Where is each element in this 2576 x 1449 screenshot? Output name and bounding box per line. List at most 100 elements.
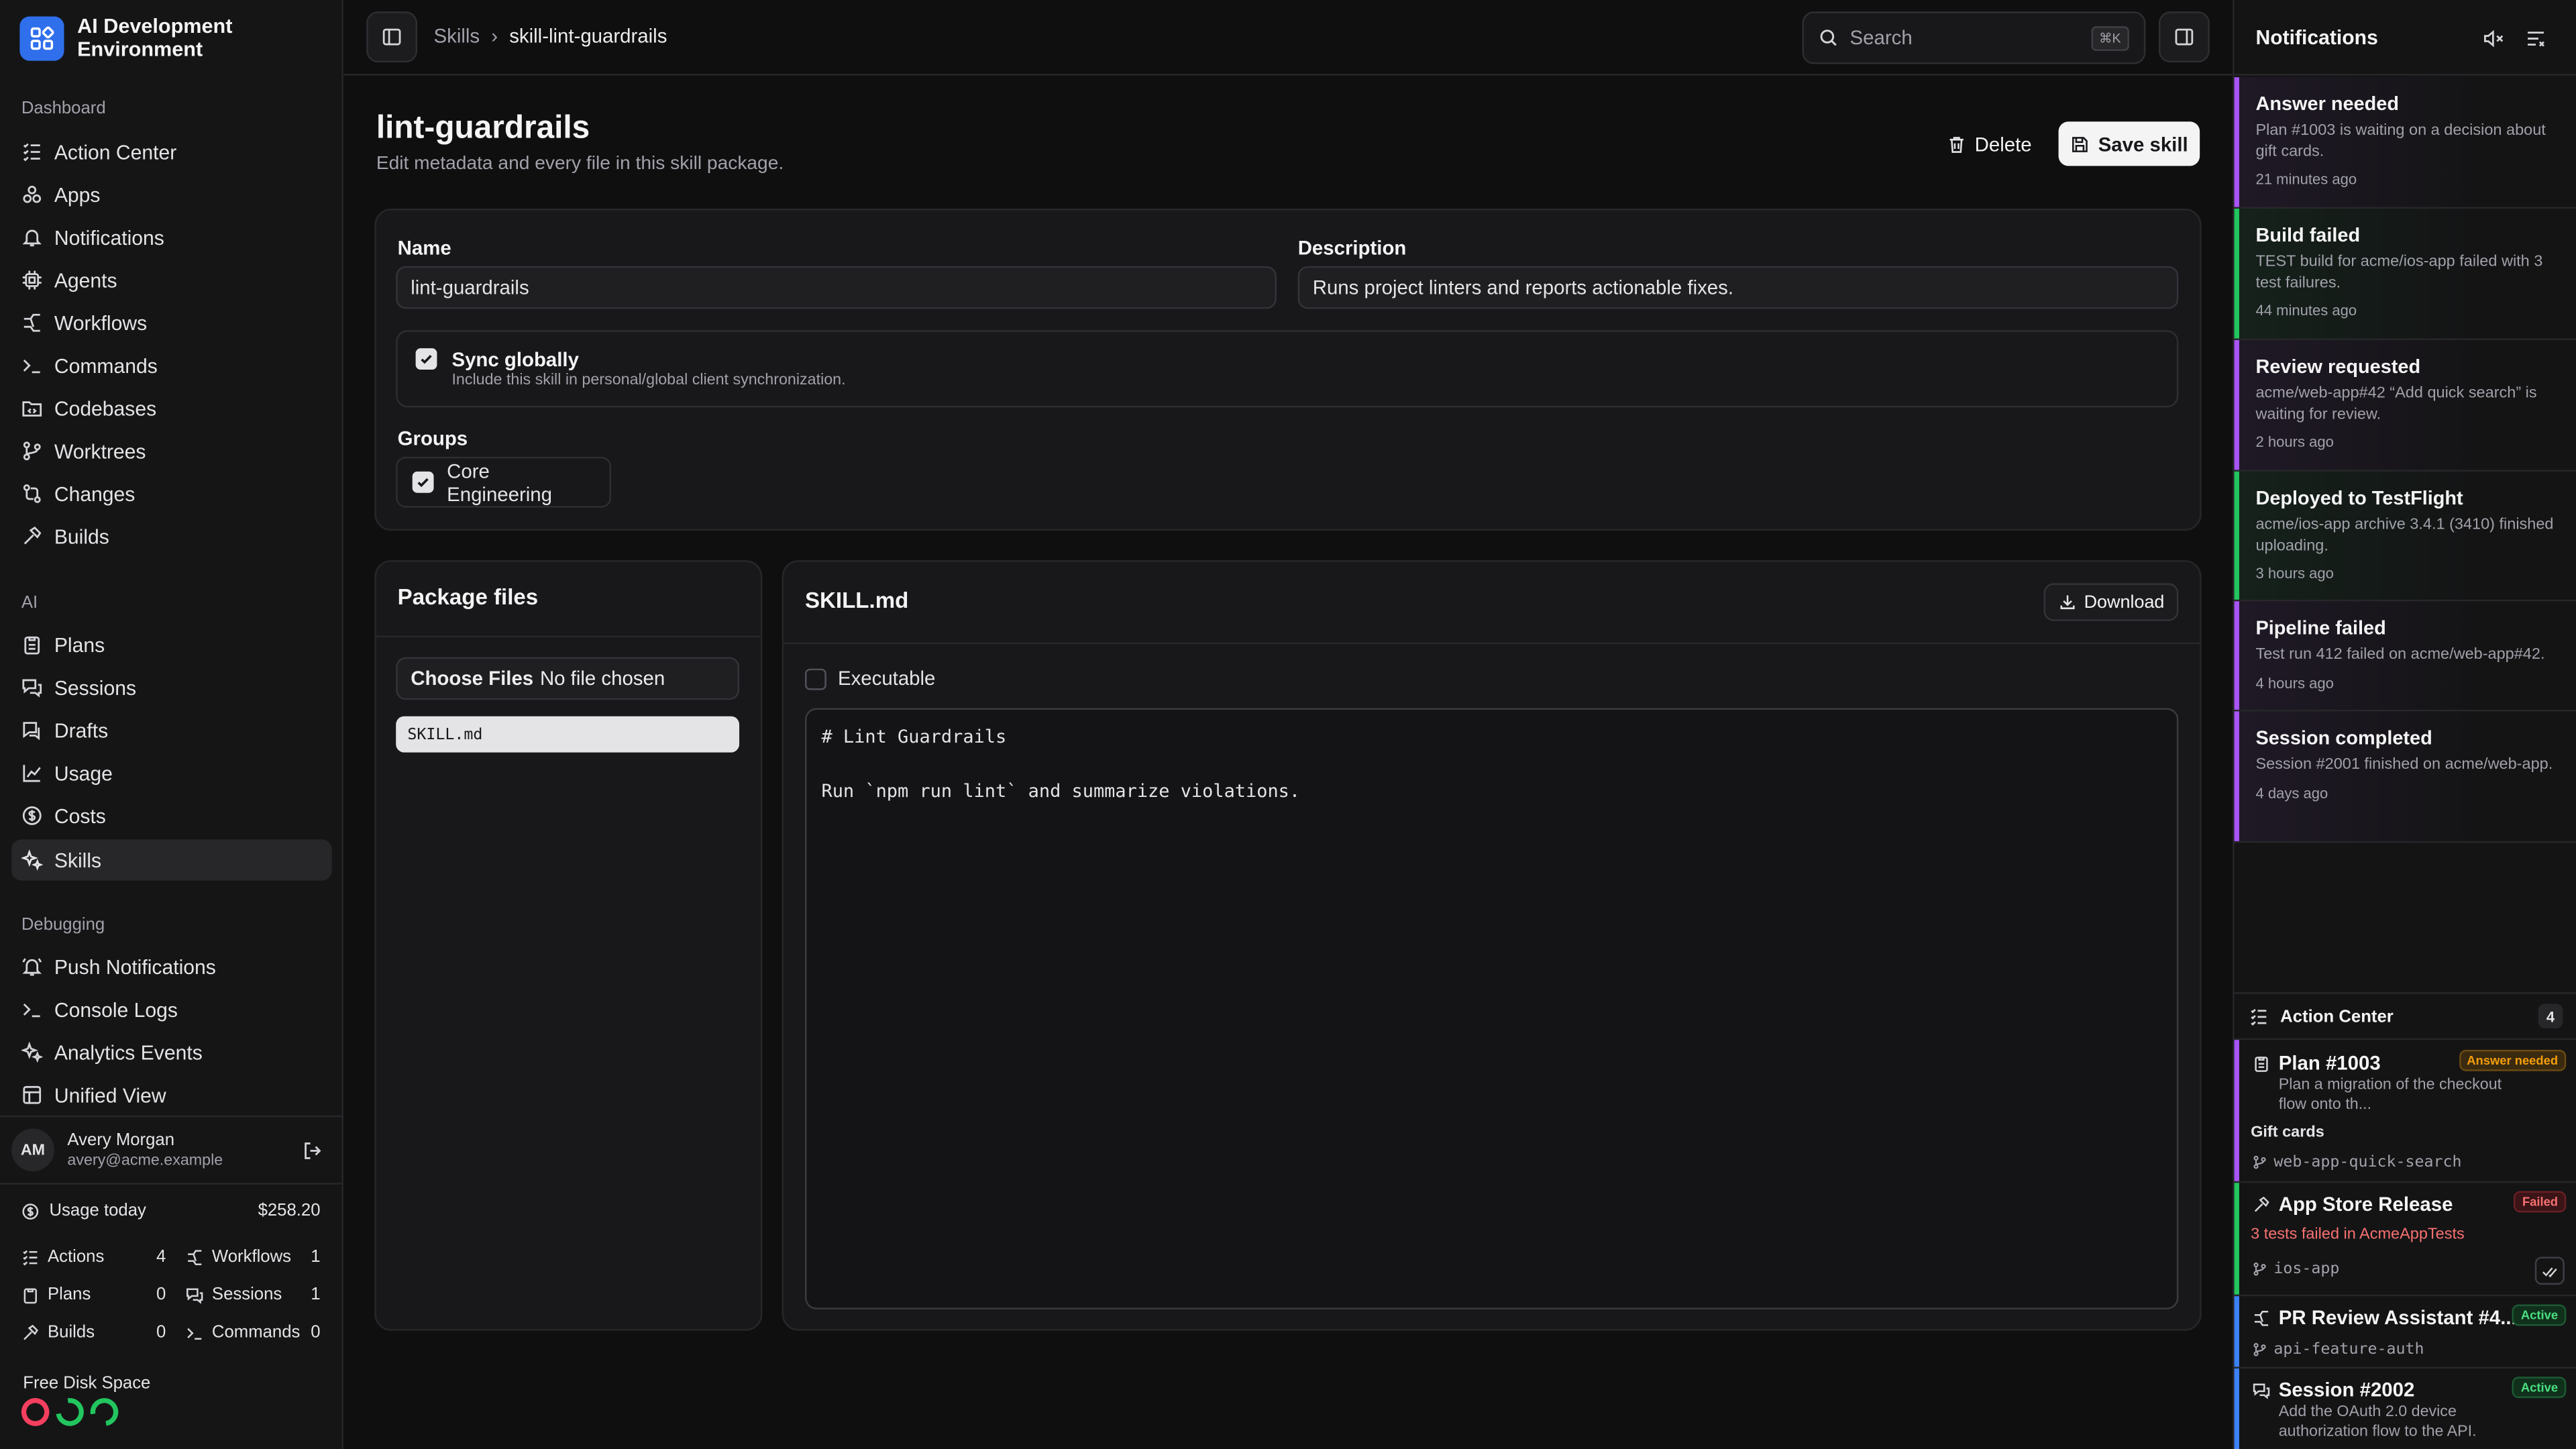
sync-globally-title: Sync globally	[451, 348, 579, 372]
section-debugging: Debugging	[21, 915, 105, 935]
list-checks-icon	[2251, 1008, 2267, 1025]
group-checkbox[interactable]	[412, 471, 434, 493]
check-icon	[417, 478, 429, 488]
sync-globally-option[interactable]: Sync globally Include this skill in pers…	[396, 330, 2179, 408]
stat-label: Commands	[211, 1322, 301, 1342]
sidebar-item-label: Codebases	[54, 396, 157, 420]
file-list-item[interactable]: SKILL.md	[396, 716, 740, 753]
action-item-pr-review-assistant[interactable]: PR Review Assistant #4... Active api-fea…	[2234, 1294, 2576, 1367]
breadcrumb-parent[interactable]: Skills	[434, 25, 480, 48]
clipboard-icon	[24, 636, 40, 655]
download-button[interactable]: Download	[2043, 583, 2179, 621]
sidebar-item-worktrees[interactable]: Worktrees	[11, 431, 332, 472]
sidebar-item-label: Unified View	[54, 1083, 166, 1107]
executable-label: Executable	[837, 667, 936, 690]
workflow-icon	[23, 313, 40, 332]
mute-icon[interactable]	[2482, 28, 2504, 50]
disk-ring	[17, 1394, 53, 1430]
name-field[interactable]: lint-guardrails	[396, 266, 1277, 309]
notification-body: acme/ios-app archive 3.4.1 (3410) finish…	[2255, 515, 2554, 555]
branch-name: web-app-quick-search	[2273, 1153, 2462, 1172]
notification-body: Session #2001 finished on acme/web-app.	[2255, 755, 2553, 774]
accent-bar	[2234, 1296, 2239, 1367]
save-label: Save skill	[2098, 132, 2188, 156]
sidebar-item-notifications[interactable]: Notifications	[11, 217, 332, 258]
sidebar-item-skills[interactable]: Skills	[11, 839, 332, 881]
sidebar-item-push-notifications[interactable]: Push Notifications	[11, 947, 332, 987]
sidebar-item-commands[interactable]: Commands	[11, 345, 332, 386]
executable-checkbox[interactable]	[805, 667, 826, 690]
stat-value: 1	[311, 1246, 321, 1267]
sidebar-item-action-center[interactable]: Action Center	[11, 131, 332, 172]
brand[interactable]: AI Development Environment	[19, 15, 258, 61]
action-item-branch: api-feature-auth	[2253, 1340, 2424, 1358]
toggle-sidebar-button[interactable]	[366, 11, 418, 63]
dollar-circle-icon	[22, 806, 42, 825]
sidebar-item-costs[interactable]: Costs	[11, 795, 332, 836]
sidebar-item-unified-view[interactable]: Unified View	[11, 1075, 332, 1116]
action-item-description: Plan a migration of the checkout flow on…	[2278, 1076, 2502, 1114]
notification-time: 3 hours ago	[2255, 566, 2334, 582]
folder-code-icon	[22, 401, 42, 417]
save-skill-button[interactable]: Save skill	[2058, 121, 2200, 166]
dollar-circle-icon	[22, 1203, 39, 1219]
mark-done-button[interactable]	[2534, 1256, 2565, 1285]
panel-left-icon	[382, 28, 401, 46]
action-item-session-2002[interactable]: Session #2002 Active Add the OAuth 2.0 d…	[2234, 1366, 2576, 1449]
notification-title: Build failed	[2255, 223, 2361, 247]
notification-item[interactable]: Pipeline failed Test run 412 failed on ac…	[2234, 601, 2576, 712]
disk-ring	[85, 1392, 124, 1432]
toggle-right-panel-button[interactable]	[2158, 11, 2210, 63]
choose-files-input[interactable]: Choose Files No file chosen	[396, 657, 740, 700]
sidebar-item-label: Costs	[54, 804, 106, 828]
sidebar-item-builds[interactable]: Builds	[11, 516, 332, 557]
bell-ring-icon	[22, 958, 42, 976]
description-label: Description	[1297, 236, 1407, 260]
notification-item[interactable]: Session completed Session #2001 finished …	[2234, 711, 2576, 843]
search-input[interactable]: Search ⌘K	[1802, 11, 2146, 64]
app-root: AI Development Environment Dashboard Act…	[0, 0, 2576, 1449]
notification-item[interactable]: Deployed to TestFlight acme/ios-app archi…	[2234, 471, 2576, 602]
action-item-plan-1003[interactable]: Plan #1003 Answer needed Plan a migratio…	[2234, 1038, 2576, 1181]
stat-label: Sessions	[211, 1285, 282, 1305]
sidebar-item-codebases[interactable]: Codebases	[11, 388, 332, 429]
sidebar-item-sessions[interactable]: Sessions	[11, 667, 332, 708]
sidebar-item-plans[interactable]: Plans	[11, 625, 332, 665]
file-content-editor[interactable]: # Lint Guardrails Run `npm run lint` and…	[805, 708, 2179, 1309]
group-option-core-engineering[interactable]: Core Engineering	[396, 456, 612, 508]
section-ai: AI	[21, 593, 38, 613]
save-icon	[2072, 136, 2088, 152]
action-item-app-store-release[interactable]: App Store Release Failed 3 tests failed …	[2234, 1181, 2576, 1295]
sync-globally-checkbox[interactable]	[415, 348, 437, 370]
notification-item[interactable]: Review requested acme/web-app#42 “Add qui…	[2234, 339, 2576, 472]
stat-value: 0	[156, 1285, 166, 1305]
clear-all-icon[interactable]	[2525, 28, 2546, 50]
logout-icon[interactable]	[303, 1140, 324, 1162]
executable-option[interactable]: Executable	[805, 667, 935, 690]
notification-item[interactable]: Answer needed Plan #1003 is waiting on a …	[2234, 77, 2576, 209]
stat-plans: Plans 0	[21, 1285, 166, 1304]
action-item-title: Plan #1003	[2278, 1051, 2381, 1075]
group-name: Core Engineering	[447, 459, 553, 506]
sidebar-item-changes[interactable]: Changes	[11, 473, 332, 514]
stat-sessions: Sessions 1	[186, 1285, 321, 1304]
sidebar-item-drafts[interactable]: Drafts	[11, 710, 332, 751]
sidebar-item-console-logs[interactable]: Console Logs	[11, 989, 332, 1030]
stat-workflows: Workflows 1	[186, 1247, 321, 1267]
usage-today: Usage today $258.20	[21, 1201, 321, 1221]
messages-icon	[22, 679, 42, 698]
app-title: AI Development Environment	[77, 15, 233, 61]
notification-title: Answer needed	[2255, 92, 2400, 115]
sidebar-item-usage[interactable]: Usage	[11, 753, 332, 794]
choose-files-button[interactable]: Choose Files	[411, 667, 533, 690]
delete-button[interactable]: Delete	[1935, 123, 2043, 164]
action-center-header: Action Center 4	[2234, 992, 2576, 1038]
clipboard-icon	[2255, 1057, 2268, 1072]
sidebar-item-apps[interactable]: Apps	[11, 174, 332, 215]
user-profile[interactable]: AM Avery Morgan avery@acme.example	[0, 1115, 342, 1185]
notification-item[interactable]: Build failed TEST build for acme/ios-app …	[2234, 209, 2576, 340]
sidebar-item-workflows[interactable]: Workflows	[11, 303, 332, 343]
description-field[interactable]: Runs project linters and reports actiona…	[1297, 266, 2179, 309]
sidebar-item-agents[interactable]: Agents	[11, 260, 332, 301]
sidebar-item-analytics-events[interactable]: Analytics Events	[11, 1032, 332, 1073]
